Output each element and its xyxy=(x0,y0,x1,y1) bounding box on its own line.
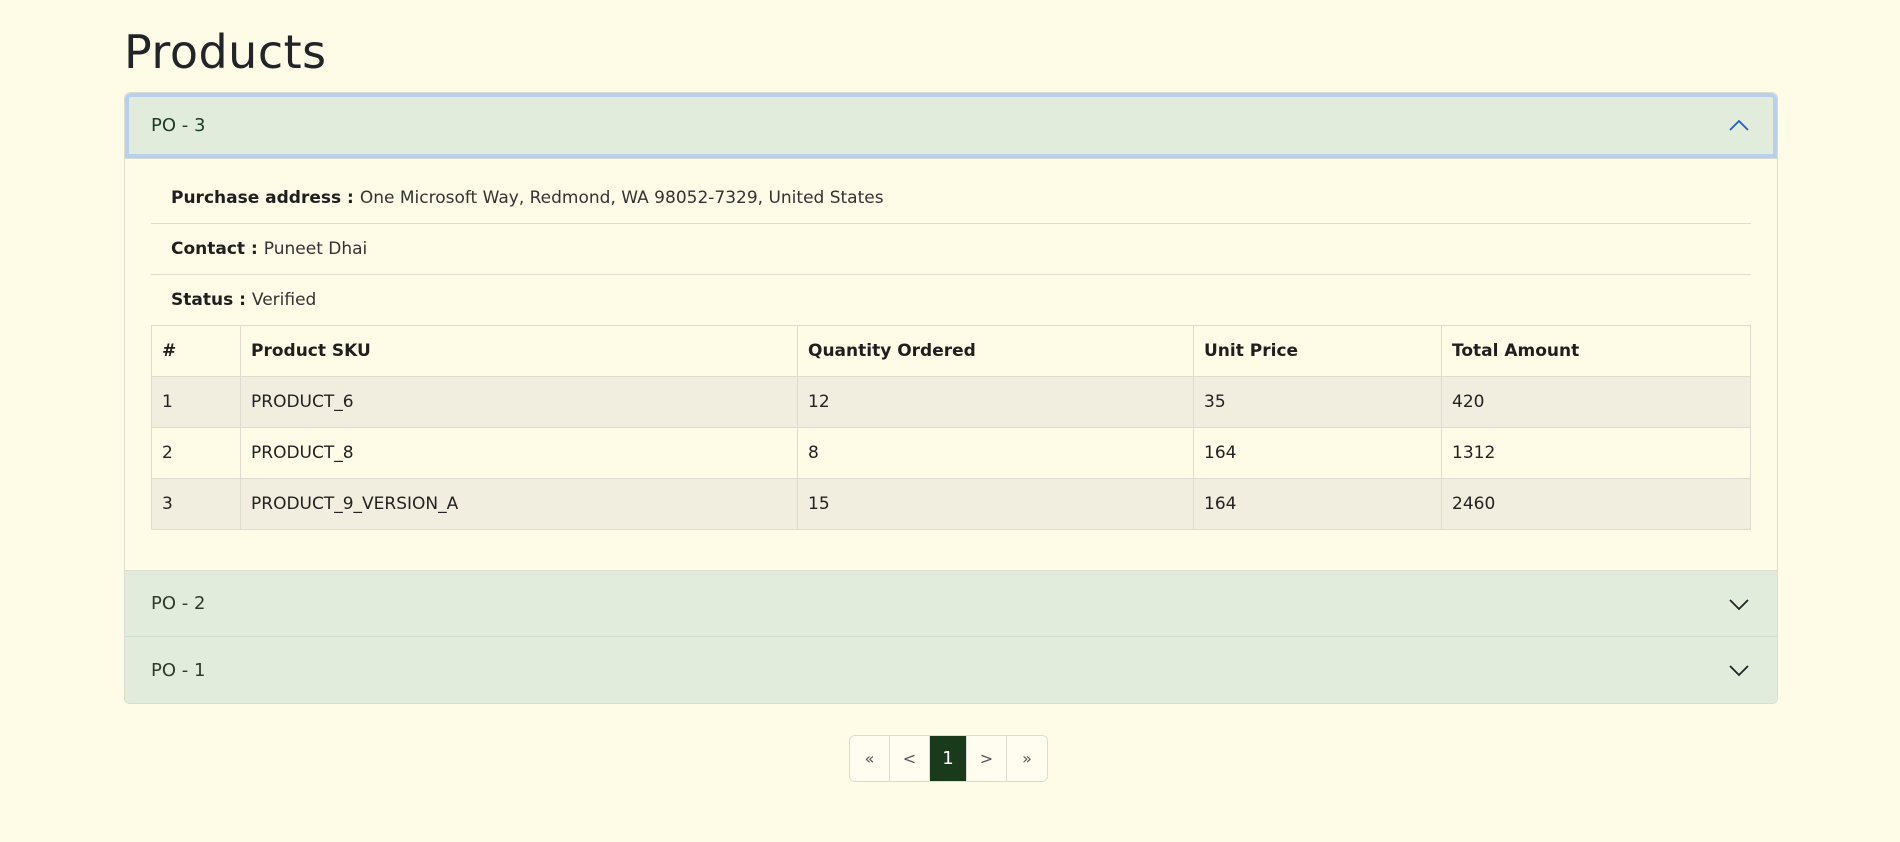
table-cell: 8 xyxy=(797,427,1194,479)
status-label: Status : xyxy=(171,290,246,310)
table-cell: PRODUCT_6 xyxy=(240,376,798,428)
purchase-address-label: Purchase address : xyxy=(171,188,354,208)
table-cell: 12 xyxy=(797,376,1194,428)
table-cell: 3 xyxy=(151,478,241,530)
accordion-title: PO - 1 xyxy=(151,659,206,681)
accordion-title: PO - 2 xyxy=(151,593,206,614)
column-header-index: # xyxy=(151,325,241,377)
chevron-up-icon xyxy=(1729,119,1749,131)
purchase-orders-accordion: PO - 3 Purchase address : One Microsoft … xyxy=(124,92,1778,704)
next-page-button[interactable]: > xyxy=(967,736,1007,781)
column-header-total: Total Amount xyxy=(1441,325,1751,377)
pagination: « < 1 > » xyxy=(849,735,1048,782)
column-header-unit-price: Unit Price xyxy=(1193,325,1442,377)
table-row: 3 PRODUCT_9_VERSION_A 15 164 2460 xyxy=(151,478,1751,530)
last-page-button[interactable]: » xyxy=(1007,736,1047,781)
current-page-button[interactable]: 1 xyxy=(930,736,967,781)
column-header-sku: Product SKU xyxy=(240,325,798,377)
accordion-header-po-3[interactable]: PO - 3 xyxy=(125,93,1777,159)
chevron-down-icon xyxy=(1729,665,1749,677)
accordion-header-po-2[interactable]: PO - 2 xyxy=(125,571,1777,637)
table-cell: 2460 xyxy=(1441,478,1751,530)
page: Products PO - 3 Purchase address : One M… xyxy=(0,0,1900,842)
table-cell: 1 xyxy=(151,376,241,428)
status-value: Verified xyxy=(251,290,317,310)
contact-value: Puneet Dhai xyxy=(263,239,368,259)
accordion-body-po-3: Purchase address : One Microsoft Way, Re… xyxy=(125,159,1777,571)
table-header-row: # Product SKU Quantity Ordered Unit Pric… xyxy=(151,325,1751,377)
table-cell: 420 xyxy=(1441,376,1751,428)
contact-row: Contact : Puneet Dhai xyxy=(151,224,1751,275)
column-header-quantity: Quantity Ordered xyxy=(797,325,1194,377)
table-cell: 35 xyxy=(1193,376,1442,428)
chevron-down-icon xyxy=(1729,598,1749,610)
table-cell: 1312 xyxy=(1441,427,1751,479)
contact-label: Contact : xyxy=(171,239,258,259)
page-title: Products xyxy=(124,25,327,79)
table-cell: PRODUCT_8 xyxy=(240,427,798,479)
table-row: 1 PRODUCT_6 12 35 420 xyxy=(151,376,1751,428)
accordion-title: PO - 3 xyxy=(151,115,206,136)
status-row: Status : Verified xyxy=(151,275,1751,325)
products-table: # Product SKU Quantity Ordered Unit Pric… xyxy=(151,325,1751,530)
accordion-header-po-1[interactable]: PO - 1 xyxy=(125,637,1777,703)
first-page-button[interactable]: « xyxy=(850,736,890,781)
previous-page-button[interactable]: < xyxy=(890,736,930,781)
purchase-address-value: One Microsoft Way, Redmond, WA 98052-732… xyxy=(359,188,884,208)
table-cell: 164 xyxy=(1193,478,1442,530)
table-cell: 2 xyxy=(151,427,241,479)
table-cell: 15 xyxy=(797,478,1194,530)
table-cell: PRODUCT_9_VERSION_A xyxy=(240,478,798,530)
table-cell: 164 xyxy=(1193,427,1442,479)
table-row: 2 PRODUCT_8 8 164 1312 xyxy=(151,427,1751,479)
purchase-address-row: Purchase address : One Microsoft Way, Re… xyxy=(151,173,1751,224)
